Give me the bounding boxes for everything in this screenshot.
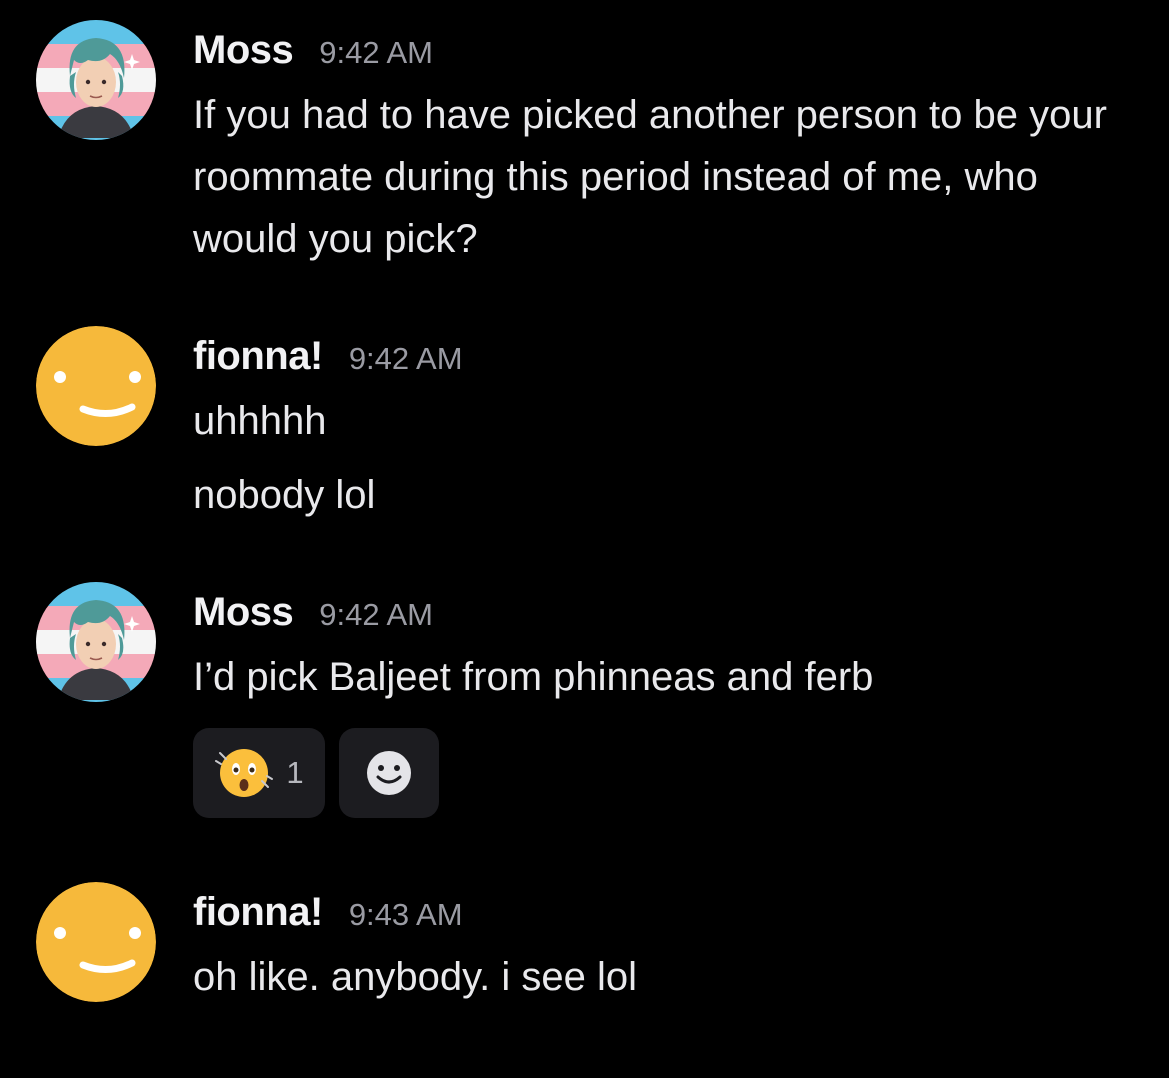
message-header: fionna! 9:42 AM (193, 334, 1149, 384)
username[interactable]: Moss (193, 590, 294, 635)
add-reaction-button[interactable] (339, 728, 439, 818)
username[interactable]: fionna! (193, 334, 323, 379)
timestamp: 9:42 AM (348, 341, 463, 376)
message-text: uhhhhh (193, 399, 327, 443)
message-content: Moss 9:42 AM If you had to have picked a… (193, 28, 1149, 270)
avatar-image (36, 582, 156, 702)
avatar-image (36, 20, 156, 140)
username[interactable]: fionna! (193, 890, 323, 935)
reactions-bar: 1 (193, 728, 1149, 818)
reaction-astonished[interactable]: 1 (193, 728, 325, 818)
message-text: If you had to have picked another person… (193, 93, 1107, 261)
moss-avatar[interactable] (36, 582, 156, 702)
username[interactable]: Moss (193, 28, 294, 73)
message-content: fionna! 9:42 AM uhhhhh nobody lol (193, 334, 1149, 526)
timestamp: 9:42 AM (319, 597, 433, 632)
smiley-icon (36, 882, 156, 1002)
astonished-face-icon (215, 749, 274, 797)
add-reaction-icon (367, 751, 411, 795)
smiley-icon (36, 326, 156, 446)
message-text: I’d pick Baljeet from phinneas and ferb (193, 655, 874, 699)
message-content: Moss 9:42 AM I’d pick Baljeet from phinn… (193, 590, 1149, 818)
moss-avatar[interactable] (36, 20, 156, 140)
timestamp: 9:43 AM (348, 897, 463, 932)
message-text: oh like. anybody. i see lol (193, 955, 637, 999)
reaction-count: 1 (286, 755, 304, 790)
message-header: Moss 9:42 AM (193, 590, 1149, 640)
smiley-avatar[interactable] (36, 882, 156, 1002)
message-content: fionna! 9:43 AM oh like. anybody. i see … (193, 890, 1149, 1008)
smiley-avatar[interactable] (36, 326, 156, 446)
message-header: Moss 9:42 AM (193, 28, 1149, 78)
message-header: fionna! 9:43 AM (193, 890, 1149, 940)
timestamp: 9:42 AM (319, 35, 433, 70)
message-text: nobody lol (193, 473, 376, 517)
